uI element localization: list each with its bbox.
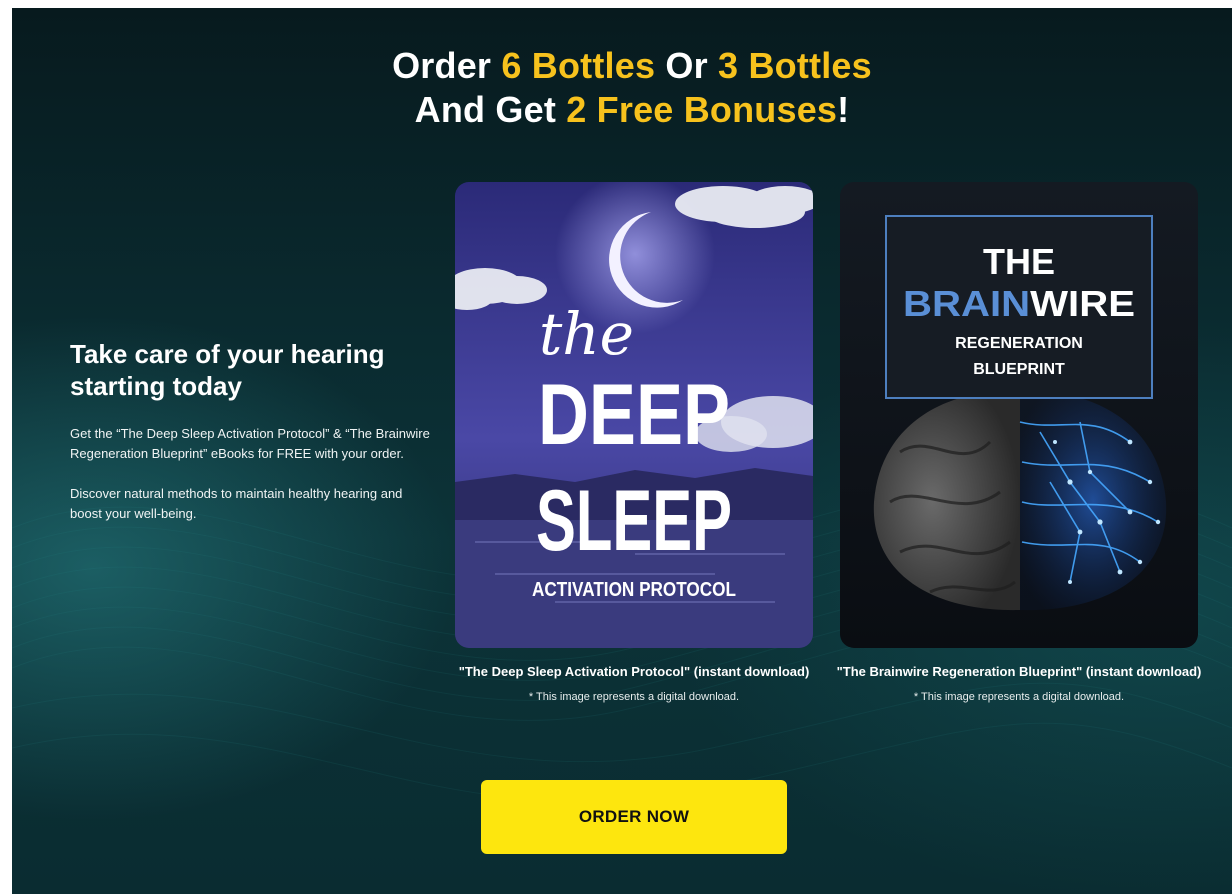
headline-highlight-6-bottles: 6 Bottles bbox=[501, 45, 656, 86]
cover-subtitle: ACTIVATION PROTOCOL bbox=[532, 579, 736, 601]
deep-sleep-caption: "The Deep Sleep Activation Protocol" (in… bbox=[444, 664, 824, 704]
headline-highlight-bonuses: 2 Free Bonuses bbox=[566, 89, 838, 130]
headline-text: ! bbox=[837, 89, 850, 130]
brainwire-title: "The Brainwire Regeneration Blueprint" (… bbox=[836, 664, 1202, 679]
bonus-section: Order 6 Bottles Or 3 Bottles And Get 2 F… bbox=[12, 8, 1232, 894]
cover-word-brain: BRAIN bbox=[903, 283, 1030, 324]
cover-line-regeneration: REGENERATION bbox=[955, 335, 1083, 352]
intro-paragraph-2: Discover natural methods to maintain hea… bbox=[70, 486, 403, 521]
headline-highlight-3-bottles: 3 Bottles bbox=[718, 45, 872, 86]
deep-sleep-cover-art: the DEEP SLEEP ACTIVATION PROTOCOL bbox=[455, 182, 813, 648]
headline-line-1: Order 6 Bottles Or 3 Bottles bbox=[12, 44, 1232, 88]
cover-word-wire: WIRE bbox=[1030, 283, 1135, 324]
brainwire-cover-art: THE BRAIN WIRE REGENERATION BLUEPRINT bbox=[840, 182, 1198, 648]
intro-block: Take care of your hearing starting today… bbox=[70, 338, 430, 544]
deep-sleep-note: * This image represents a digital downlo… bbox=[528, 691, 740, 703]
brainwire-note: * This image represents a digital downlo… bbox=[913, 691, 1125, 703]
cover-word-deep: DEEP bbox=[538, 367, 730, 463]
cover-word-the-2: THE bbox=[983, 241, 1055, 282]
brainwire-caption: "The Brainwire Regeneration Blueprint" (… bbox=[829, 664, 1209, 704]
headline-text: Order bbox=[392, 45, 502, 86]
cover-word-sleep: SLEEP bbox=[536, 473, 732, 569]
deep-sleep-title: "The Deep Sleep Activation Protocol" (in… bbox=[458, 664, 810, 679]
cover-word-brainwire: BRAIN WIRE bbox=[903, 283, 1135, 324]
deep-sleep-ebook-cover: the DEEP SLEEP ACTIVATION PROTOCOL bbox=[455, 182, 813, 648]
cover-word-the: the bbox=[539, 300, 634, 368]
headline-text: Or bbox=[655, 45, 719, 86]
intro-paragraph-1: Get the “The Deep Sleep Activation Proto… bbox=[70, 426, 430, 461]
intro-title: Take care of your hearing starting today bbox=[70, 339, 385, 401]
cover-line-blueprint: BLUEPRINT bbox=[973, 361, 1065, 378]
order-now-button[interactable]: ORDER NOW bbox=[481, 780, 787, 854]
brainwire-ebook-cover: THE BRAIN WIRE REGENERATION BLUEPRINT bbox=[840, 182, 1198, 648]
headline: Order 6 Bottles Or 3 Bottles And Get 2 F… bbox=[12, 44, 1232, 132]
headline-line-2: And Get 2 Free Bonuses! bbox=[12, 88, 1232, 132]
headline-text: And Get bbox=[414, 89, 567, 130]
